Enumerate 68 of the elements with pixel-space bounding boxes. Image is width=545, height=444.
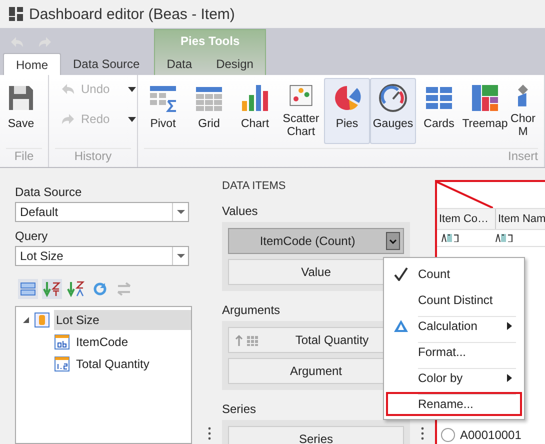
text-type-icon — [495, 234, 513, 242]
submenu-arrow-icon — [507, 374, 512, 382]
group-title: File — [6, 148, 42, 167]
splitter-grip-icon[interactable] — [208, 427, 211, 440]
bar-chart-icon — [240, 83, 270, 113]
treemap-button[interactable]: Treemap — [462, 78, 508, 144]
section-label: Values — [222, 204, 259, 218]
field-label: Query — [15, 229, 49, 243]
undo-arrow-icon — [61, 83, 75, 95]
column-header[interactable]: Item Nam — [496, 209, 545, 229]
redo-arrow-icon — [61, 113, 75, 125]
expand-arrow-icon[interactable] — [22, 316, 30, 324]
splitter-grip-icon[interactable] — [421, 427, 424, 440]
dashboard-icon — [9, 7, 23, 21]
pivot-table-icon — [148, 83, 178, 113]
ribbon-tab[interactable]: Design — [204, 53, 266, 75]
save-button[interactable]: Save — [0, 78, 42, 144]
table-icon — [34, 312, 50, 328]
column-header[interactable]: Item Co… — [437, 209, 496, 229]
treemap-icon — [470, 83, 500, 113]
map-button[interactable]: Chor M — [508, 78, 538, 144]
tree-item[interactable]: Total Quantity — [74, 354, 152, 374]
pies-button[interactable]: Pies — [324, 78, 370, 144]
tree-item[interactable]: Lot Size — [54, 310, 191, 330]
field-label: Data Source — [15, 185, 83, 199]
contextual-group-title: Pies Tools — [180, 33, 241, 48]
caret-icon — [128, 116, 136, 122]
text-type-icon — [441, 234, 459, 242]
drag-handle-icon — [235, 334, 261, 346]
group-title: History — [55, 148, 131, 167]
radio-label: A00010001 — [460, 428, 522, 442]
placeholder-item[interactable]: Series — [228, 426, 404, 444]
sort-descending-button[interactable] — [66, 279, 86, 299]
ribbon-tab[interactable]: Data — [154, 53, 204, 75]
gauge-icon — [378, 83, 408, 113]
pie-chart-icon — [332, 83, 362, 113]
menu-item[interactable]: Count Distinct — [386, 288, 522, 312]
ribbon-tab[interactable]: Home — [3, 53, 62, 75]
data-source-combo[interactable]: Default — [15, 202, 189, 222]
tree-item[interactable]: ItemCode — [74, 332, 130, 352]
menu-item[interactable]: Rename... — [386, 392, 522, 416]
pivot-button[interactable]: Pivot — [140, 78, 186, 144]
section-label: Arguments — [222, 303, 282, 317]
ribbon-tab[interactable]: Data Source — [61, 53, 152, 75]
section-caption: DATA ITEMS — [222, 180, 287, 192]
caret-icon — [176, 254, 184, 258]
sort-ascending-button[interactable] — [42, 279, 62, 299]
query-combo[interactable]: Lot Size — [15, 246, 189, 266]
window-title: Dashboard editor (Beas - Item) — [29, 6, 235, 22]
submenu-arrow-icon — [507, 322, 512, 330]
grid-button[interactable]: Grid — [186, 78, 232, 144]
dropdown-button[interactable] — [386, 232, 400, 250]
save-icon — [6, 83, 36, 113]
cards-button[interactable]: Cards — [416, 78, 462, 144]
radio-button[interactable] — [441, 428, 455, 442]
triangle-icon — [393, 319, 409, 333]
data-item[interactable]: ItemCode (Count) — [228, 228, 404, 254]
number-field-icon — [54, 356, 70, 372]
gauges-button[interactable]: Gauges — [370, 78, 416, 144]
group-view-button[interactable] — [18, 279, 38, 299]
group-title: Insert — [144, 148, 538, 167]
caret-icon — [176, 210, 184, 214]
caret-icon — [128, 86, 136, 92]
map-icon — [515, 83, 531, 108]
text-field-icon — [54, 334, 70, 350]
chevron-down-icon — [389, 238, 397, 244]
chart-button[interactable]: Chart — [232, 78, 278, 144]
scatter-button[interactable]: Scatter Chart — [278, 78, 324, 144]
